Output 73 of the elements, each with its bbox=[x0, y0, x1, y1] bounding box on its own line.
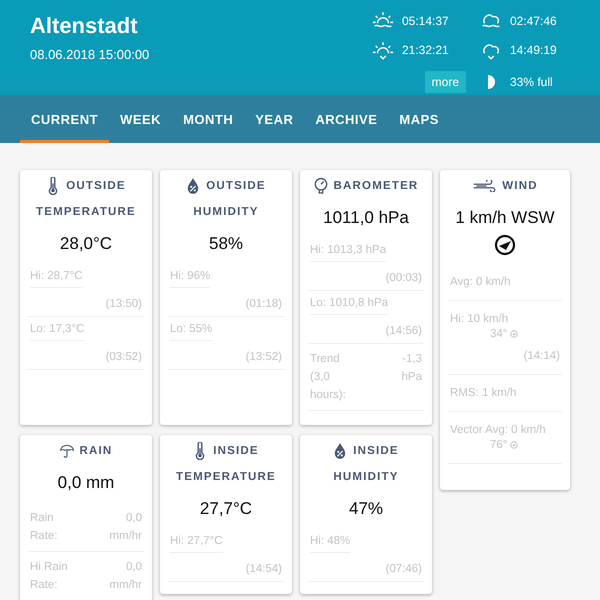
card-title: BAROMETER bbox=[334, 180, 418, 192]
thermometer-icon bbox=[46, 177, 60, 195]
stat-reading: Avg: 0 km/h bbox=[450, 276, 511, 288]
drop-icon bbox=[333, 442, 348, 460]
almanac-time: 21:32:21 bbox=[402, 43, 450, 58]
thermometer-icon bbox=[193, 442, 208, 460]
station-name: Altenstadt bbox=[30, 13, 139, 39]
card-title: HUMIDITY bbox=[193, 206, 259, 218]
umbrella-icon bbox=[60, 442, 74, 460]
nav-tab[interactable]: MAPS bbox=[388, 95, 450, 143]
time-reading: (14:54) bbox=[244, 563, 282, 575]
current-reading: 47% bbox=[348, 499, 384, 519]
stat-label: Rain Rate: bbox=[30, 511, 58, 544]
moon-phase-icon bbox=[486, 74, 496, 90]
current-reading: 0,0 mm bbox=[56, 473, 116, 493]
stat-reading: Hi: 10 km/h bbox=[450, 313, 508, 325]
current-reading: 1011,0 hPa bbox=[322, 208, 410, 228]
stat-label: Hi Rain Rate: bbox=[30, 560, 69, 593]
time-reading: (14:14) bbox=[522, 350, 560, 362]
time-reading: (00:03) bbox=[384, 272, 422, 284]
nav-tab[interactable]: CURRENT bbox=[20, 95, 110, 143]
date-time: 08.06.2018 15:00:00 bbox=[30, 47, 150, 62]
card-title: INSIDE bbox=[353, 445, 399, 457]
current-reading: 28,0°C bbox=[58, 234, 114, 254]
compass-icon bbox=[494, 234, 516, 256]
current-reading: 58% bbox=[208, 234, 244, 254]
stat-value: 0,0 mm/hr bbox=[108, 560, 142, 593]
almanac-time: 05:14:37 bbox=[402, 14, 450, 28]
moon-phase-text: 33% full bbox=[510, 74, 554, 89]
nav-tab[interactable]: ARCHIVE bbox=[304, 95, 388, 143]
time-reading: (13:50) bbox=[104, 298, 142, 310]
current-reading: 27,7°C bbox=[198, 499, 254, 519]
nav-tab[interactable]: MONTH bbox=[172, 95, 244, 143]
compass-icon bbox=[510, 441, 518, 449]
high-low-reading: Hi: 96% bbox=[170, 270, 210, 288]
card-title: HUMIDITY bbox=[333, 471, 399, 483]
card-title: TEMPERATURE bbox=[36, 206, 136, 218]
time-reading: (14:56) bbox=[384, 325, 422, 337]
nav-tab[interactable]: WEEK bbox=[109, 95, 172, 143]
time-reading: (13:52) bbox=[244, 351, 282, 363]
high-low-reading: Lo: 1010,8 hPa bbox=[310, 297, 388, 315]
nav-tab[interactable]: YEAR bbox=[244, 95, 304, 143]
card-title: RAIN bbox=[80, 445, 112, 457]
compass-icon bbox=[510, 330, 518, 338]
stat-value: -1,3 hPa bbox=[400, 352, 422, 385]
gauge-icon bbox=[314, 177, 328, 195]
high-low-reading: Hi: 48% bbox=[310, 535, 350, 553]
time-reading: (01:18) bbox=[244, 298, 282, 310]
stat-reading: Vector Avg: 0 km/h bbox=[450, 424, 546, 436]
card-title: TEMPERATURE bbox=[176, 471, 276, 483]
almanac-time: 14:49:19 bbox=[510, 43, 558, 58]
wind-icon bbox=[472, 180, 496, 192]
direction-reading: 34° bbox=[490, 328, 508, 340]
stat-reading: RMS: 1 km/h bbox=[450, 387, 516, 399]
direction-reading: 76° bbox=[490, 439, 508, 451]
high-low-reading: Hi: 1013,3 hPa bbox=[310, 244, 386, 262]
sunset-icon bbox=[372, 40, 394, 60]
high-low-reading: Lo: 17,3°C bbox=[30, 323, 84, 341]
stat-value: 0,0 mm/hr bbox=[108, 511, 142, 544]
stat-label: Trend (3,0 hours): bbox=[310, 352, 347, 403]
current-reading: 1 km/h WSW bbox=[454, 208, 556, 228]
time-reading: (07:46) bbox=[384, 563, 422, 575]
more-button[interactable]: more bbox=[424, 70, 466, 93]
almanac-time: 02:47:46 bbox=[510, 14, 558, 28]
card-title: OUTSIDE bbox=[206, 180, 266, 192]
card-title: OUTSIDE bbox=[66, 180, 126, 192]
card-title: INSIDE bbox=[213, 445, 259, 457]
high-low-reading: Hi: 28,7°C bbox=[30, 270, 83, 288]
drop-icon bbox=[186, 177, 200, 195]
time-reading: (03:52) bbox=[104, 351, 142, 363]
high-low-reading: Lo: 55% bbox=[170, 323, 212, 341]
high-low-reading: Hi: 27,7°C bbox=[170, 535, 223, 553]
card-title: WIND bbox=[502, 180, 538, 192]
